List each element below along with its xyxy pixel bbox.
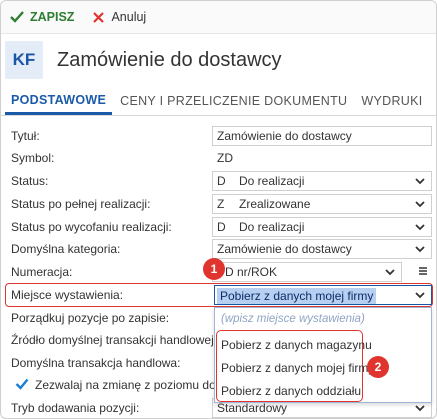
chevron-down-icon	[415, 292, 425, 299]
label-status-pelna: Status po pełnej realizacji:	[11, 197, 151, 211]
menu-icon[interactable]	[418, 266, 428, 276]
label-tytul: Tytuł:	[11, 129, 40, 143]
status-value: Do realizacji	[239, 174, 305, 188]
cancel-label: Anuluj	[111, 10, 147, 24]
numeracja-select[interactable]: D nr/ROK	[212, 262, 402, 282]
tab-wydruki[interactable]: WYDRUKI	[355, 94, 428, 115]
step-marker-1: 1	[203, 258, 225, 280]
tytul-input[interactable]: Zamówienie do dostawcy	[212, 126, 432, 146]
status-pelna-select[interactable]: Z Zrealizowane	[212, 194, 432, 214]
row-status-wycofanie: Status po wycofaniu realizacji: D Do rea…	[1, 216, 436, 238]
status-wycofanie-code: D	[217, 220, 226, 234]
step-marker-2: 2	[367, 356, 389, 378]
dropdown-placeholder: (wpisz miejsce wystawienia)	[221, 313, 365, 325]
save-label: ZAPISZ	[30, 10, 75, 24]
label-transakcja: Domyślna transakcja handlowa:	[11, 356, 181, 370]
tab-ceny[interactable]: CENY I PRZELICZENIE DOKUMENTU	[114, 94, 353, 115]
miejsce-select[interactable]: Pobierz z danych mojej firmy	[214, 285, 432, 305]
label-symbol: Symbol:	[11, 151, 55, 165]
symbol-value-field: ZD	[212, 148, 432, 168]
row-status-pelna: Status po pełnej realizacji: Z Zrealizow…	[1, 193, 436, 215]
row-symbol: Symbol: ZD	[1, 147, 436, 169]
label-kategoria: Domyślna kategoria:	[11, 242, 121, 256]
miejsce-value: Pobierz z danych mojej firmy	[217, 288, 377, 304]
dropdown-option-magazynu[interactable]: Pobierz z danych magazynu	[221, 338, 372, 352]
document-type-badge: KF	[5, 41, 43, 79]
page-header: KF Zamówienie do dostawcy	[1, 34, 436, 86]
status-pelna-value: Zrealizowane	[239, 197, 311, 211]
chevron-down-icon	[415, 224, 425, 231]
symbol-value: ZD	[217, 151, 233, 165]
close-icon	[90, 9, 106, 25]
label-status: Status:	[11, 174, 49, 188]
numeracja-value: D nr/ROK	[225, 265, 278, 279]
status-wycofanie-select[interactable]: D Do realizacji	[212, 217, 432, 237]
chevron-down-icon	[415, 201, 425, 208]
status-select[interactable]: D Do realizacji	[212, 171, 432, 191]
row-status: Status: D Do realizacji	[1, 170, 436, 192]
status-pelna-code: Z	[217, 197, 225, 211]
save-button[interactable]: ZAPISZ	[9, 9, 74, 25]
tab-bar: PODSTAWOWE CENY I PRZELICZENIE DOKUMENTU…	[1, 86, 436, 116]
tab-podstawowe[interactable]: PODSTAWOWE	[5, 93, 113, 115]
checkmark-icon	[9, 9, 25, 25]
label-zezwalaj: Zezwalaj na zmianę z poziomu dokum	[35, 378, 239, 392]
dropdown-option-firmy[interactable]: Pobierz z danych mojej firmy	[221, 361, 374, 375]
chevron-down-icon	[415, 405, 425, 412]
label-zrodlo: Źródło domyślnej transakcji handlowej:	[11, 333, 218, 347]
status-code: D	[217, 174, 226, 188]
cancel-button[interactable]: Anuluj	[90, 9, 146, 25]
label-miejsce: Miejsce wystawienia:	[11, 288, 124, 302]
row-kategoria: Domyślna kategoria: Zamówienie do dostaw…	[1, 238, 436, 260]
toolbar: ZAPISZ Anuluj	[1, 1, 436, 34]
label-status-wycofanie: Status po wycofaniu realizacji:	[11, 220, 172, 234]
kategoria-select[interactable]: Zamówienie do dostawcy	[212, 239, 432, 259]
label-porzadkuj: Porządkuj pozycje po zapisie:	[11, 311, 170, 325]
status-wycofanie-value: Do realizacji	[239, 220, 305, 234]
dropdown-option-oddzialu[interactable]: Pobierz z danych oddziału	[221, 384, 361, 398]
chevron-down-icon	[415, 246, 425, 253]
label-tryb: Tryb dodawania pozycji:	[11, 401, 140, 415]
row-tytul: Tytuł: Zamówienie do dostawcy	[1, 125, 436, 147]
miejsce-dropdown: (wpisz miejsce wystawienia) Pobierz z da…	[214, 307, 432, 403]
chevron-down-icon	[385, 269, 395, 276]
checkbox-checked-icon[interactable]	[15, 377, 29, 391]
tryb-value: Standardowy	[217, 401, 288, 415]
kategoria-value: Zamówienie do dostawcy	[217, 242, 352, 256]
window: ZAPISZ Anuluj KF Zamówienie do dostawcy …	[0, 0, 437, 419]
label-numeracja: Numeracja:	[11, 265, 73, 279]
chevron-down-icon	[415, 178, 425, 185]
page-title: Zamówienie do dostawcy	[57, 48, 282, 71]
tytul-value: Zamówienie do dostawcy	[217, 129, 352, 143]
